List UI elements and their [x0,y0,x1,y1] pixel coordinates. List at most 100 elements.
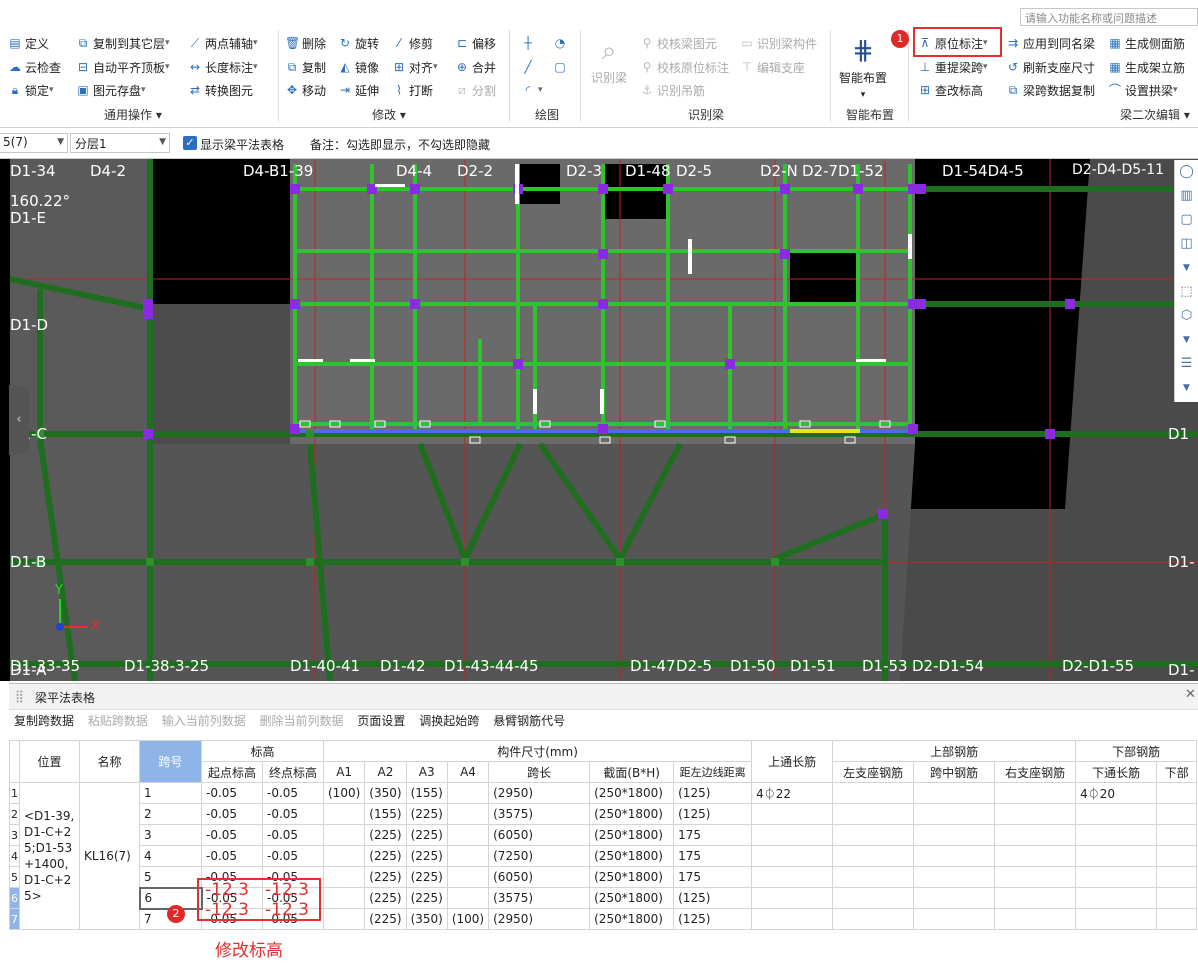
midspan-rebar-cell[interactable] [913,908,996,930]
chevron-down-icon[interactable]: ▼ [1175,376,1198,400]
midspan-rebar-cell[interactable] [913,887,996,909]
span-length-cell[interactable]: (2950) [488,908,591,930]
midspan-rebar-cell[interactable] [913,845,996,867]
identify-hanger-button[interactable]: ⚓︎ 识别吊筋 [640,80,705,100]
beam-name-cell[interactable]: KL16(7) [79,782,140,930]
a3-cell[interactable]: (155) [405,782,448,804]
query-elevation-button[interactable]: ⊞ 查改标高 [918,80,983,100]
show-table-checkbox[interactable]: ✓ [183,136,197,150]
right-support-rebar-cell[interactable] [994,866,1077,888]
length-dimension-button[interactable]: ↔ 长度标注 ▾ [188,57,258,77]
span-length-cell[interactable]: (2950) [488,782,591,804]
table-row[interactable]: 1 <D1-39,D1-C+25;D1-53+1400,D1-C+25> KL16(… [9,782,1198,930]
a2-cell[interactable]: (350) [364,782,407,804]
top-through-rebar-cell[interactable]: 4⏀22 [751,782,834,804]
swap-start-span-button[interactable]: 调换起始跨 [419,714,479,728]
table-row[interactable]: 3 3 -0.05 -0.05 (225) (225) (6050) (250*1800) 17… [9,824,1198,846]
right-support-rebar-cell[interactable] [994,803,1077,825]
identify-beam-button[interactable]: ⌕ 识别梁 [588,33,630,86]
check-inplace-annotation-button[interactable]: ⚲ 校核原位标注 [640,57,729,77]
split-button[interactable]: ⧄ 分割 [455,80,496,100]
left-support-rebar-cell[interactable] [832,803,915,825]
a2-cell[interactable]: (225) [364,887,407,909]
span-number-cell[interactable]: 2 [139,803,202,825]
start-elevation-cell[interactable]: -0.05 [201,824,263,846]
midspan-rebar-cell[interactable] [913,782,996,804]
copy-to-floor-button[interactable]: ⧉ 复制到其它层 ▾ [76,33,170,53]
bottom-rebar-cell[interactable] [1156,782,1198,804]
end-elevation-cell[interactable]: -0.05 [262,824,324,846]
bottom-through-rebar-cell[interactable] [1075,845,1158,867]
a3-cell[interactable]: (225) [405,887,448,909]
a4-cell[interactable] [446,866,490,888]
section-cell[interactable]: (250*1800) [589,803,675,825]
top-through-rebar-cell[interactable] [751,908,834,930]
smart-layout-button[interactable]: ⋕ 智能布置 ▾ [836,33,890,100]
left-support-rebar-cell[interactable] [832,908,915,930]
re-extract-span-button[interactable]: ⊥ 重提梁跨 ▾ [918,57,988,77]
span-number-cell[interactable]: 3 [139,824,202,846]
input-column-data-button[interactable]: 输入当前列数据 [162,714,246,728]
a2-cell[interactable]: (225) [364,908,407,930]
bottom-rebar-cell[interactable] [1156,845,1198,867]
top-through-rebar-cell[interactable] [751,845,834,867]
lock-button[interactable]: 🔒︎ 锁定 ▾ [8,80,54,100]
merge-button[interactable]: ⊕ 合并 [455,57,496,77]
span-length-cell[interactable]: (3575) [488,887,591,909]
view-cube-icon[interactable]: ⬡ [1175,304,1198,328]
start-elevation-cell[interactable]: -0.05 [201,782,263,804]
a1-cell[interactable] [322,824,366,846]
section-cell[interactable]: (250*1800) [589,866,675,888]
left-support-rebar-cell[interactable] [832,782,915,804]
edit-support-button[interactable]: ⊤ 编辑支座 [740,57,805,77]
3d-view-icon[interactable]: ▥ [1175,184,1198,208]
delete-column-data-button[interactable]: 删除当前列数据 [260,714,344,728]
select-box-icon[interactable]: ⬚ [1175,280,1198,304]
table-row[interactable]: 2 2 -0.05 -0.05 (155) (225) (3575) (250*1800) (1… [9,803,1198,825]
cloud-check-button[interactable]: ☁ 云检查 [8,57,61,77]
span-length-cell[interactable]: (7250) [488,845,591,867]
align-button[interactable]: ⊞ 对齐 ▾ [392,57,438,77]
bottom-through-rebar-cell[interactable] [1075,866,1158,888]
drawing-canvas[interactable]: D1-34 D4-2 D4-B1-39 D4-4 D2-2 D2-3 D1-48… [0,159,1198,681]
left-support-rebar-cell[interactable] [832,866,915,888]
set-arch-beam-button[interactable]: ⌒ 设置拱梁 ▾ [1108,80,1178,100]
paste-span-data-button[interactable]: 粘贴跨数据 [88,714,148,728]
section-cell[interactable]: (250*1800) [589,887,675,909]
span-length-cell[interactable]: (6050) [488,866,591,888]
top-through-rebar-cell[interactable] [751,824,834,846]
start-elevation-cell[interactable]: -0.05 [201,803,263,825]
orbit-icon[interactable]: ◯ [1175,160,1198,184]
bottom-rebar-cell[interactable] [1156,824,1198,846]
section-cell[interactable]: (250*1800) [589,845,675,867]
generate-erection-rebar-button[interactable]: ▦ 生成架立筋 [1108,57,1185,77]
a1-cell[interactable]: (100) [322,782,366,804]
trim-button[interactable]: ⁄ 修剪 [392,33,433,53]
end-elevation-cell[interactable]: -0.05 [262,845,324,867]
a2-cell[interactable]: (225) [364,866,407,888]
span-length-cell[interactable]: (6050) [488,824,591,846]
a1-cell[interactable] [322,803,366,825]
right-support-rebar-cell[interactable] [994,845,1077,867]
save-element-button[interactable]: ▣ 图元存盘 ▾ [76,80,145,100]
collapse-left-handle[interactable]: ‹ [9,385,29,455]
left-distance-cell[interactable]: 175 [673,866,753,888]
break-button[interactable]: ⌇ 打断 [392,80,433,100]
floor-select[interactable]: 5(7) ▼ [0,133,68,153]
line-draw-button[interactable]: ╱ [521,57,538,77]
a4-cell[interactable] [446,782,490,804]
cube-top-icon[interactable]: ◫ [1175,232,1198,256]
right-support-rebar-cell[interactable] [994,908,1077,930]
arc-draw-button[interactable]: ◜ ▾ [521,80,543,100]
chevron-down-icon[interactable]: ▼ [1175,328,1198,352]
a1-cell[interactable] [322,908,366,930]
delete-button[interactable]: 🗑︎ 删除 [285,33,326,53]
move-button[interactable]: ✥ 移动 [285,80,326,100]
cube-icon[interactable]: ▢ [1175,208,1198,232]
left-support-rebar-cell[interactable] [832,845,915,867]
a4-cell[interactable] [446,803,490,825]
a1-cell[interactable] [322,866,366,888]
bottom-through-rebar-cell[interactable] [1075,887,1158,909]
section-cell[interactable]: (250*1800) [589,824,675,846]
a2-cell[interactable]: (155) [364,803,407,825]
